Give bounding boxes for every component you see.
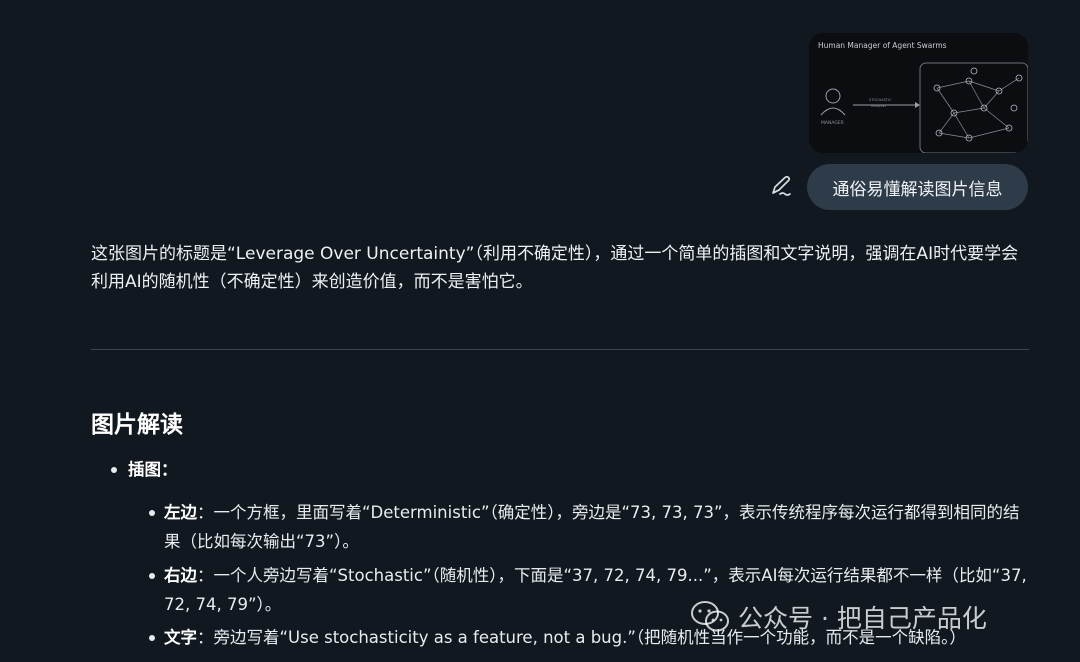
attached-image-thumbnail[interactable]: Human Manager of Agent Swarms MANAGER ST… [809, 33, 1028, 153]
user-message-text: 通俗易懂解读图片信息 [832, 179, 1003, 200]
thumbnail-title: Human Manager of Agent Swarms [818, 41, 947, 50]
thumbnail-arrow-label-1: STOCHASTIC [869, 98, 892, 102]
bullet-dot [111, 467, 117, 473]
thumbnail-manager-label: MANAGER [821, 121, 844, 126]
list-item-term: 左边 [164, 503, 197, 522]
thumbnail-illustration [820, 62, 1028, 153]
list-item-illustration: 插图： [128, 456, 178, 484]
assistant-intro-paragraph: 这张图片的标题是“Leverage Over Uncertainty”（利用不确… [91, 244, 1019, 292]
wechat-icon [691, 601, 729, 632]
list-item-text: 一个方框，里面写着“Deterministic”（确定性），旁边是“73, 73… [164, 503, 1020, 551]
list-item-separator: ： [197, 503, 214, 522]
bullet-dot [149, 573, 155, 579]
watermark: 公众号 · 把自己产品化 [690, 595, 987, 639]
list-item-separator: ： [197, 628, 214, 647]
list-item: 左边：一个方框，里面写着“Deterministic”（确定性），旁边是“73,… [164, 498, 1032, 556]
thumbnail-arrow-label-2: MINDSET [871, 104, 887, 108]
user-message-bubble: 通俗易懂解读图片信息 [807, 164, 1028, 210]
chat-page: Human Manager of Agent Swarms MANAGER ST… [0, 0, 1080, 662]
list-item-label: 插图： [128, 460, 178, 479]
list-item-term: 右边 [164, 566, 197, 585]
section-heading: 图片解读 [91, 412, 183, 438]
pencil-icon[interactable] [768, 175, 794, 199]
list-item-separator: ： [197, 566, 214, 585]
list-item-term: 文字 [164, 628, 197, 647]
section-divider [91, 349, 1029, 350]
bullet-dot [149, 635, 155, 641]
bullet-dot [149, 510, 155, 516]
watermark-text: 公众号 · 把自己产品化 [738, 604, 987, 633]
